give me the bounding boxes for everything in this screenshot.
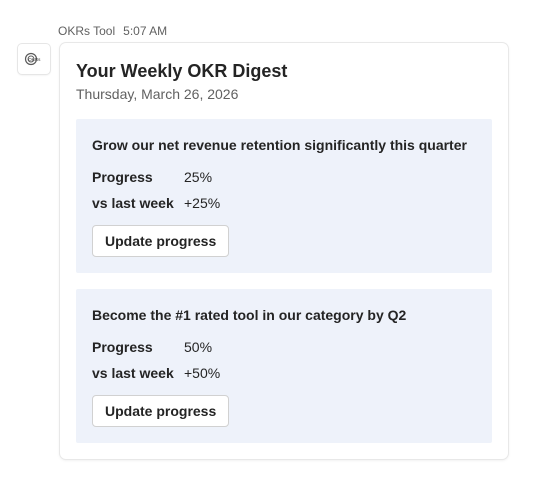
progress-fact: Progress 25% [92, 169, 212, 185]
card-title: Your Weekly OKR Digest [76, 61, 288, 81]
progress-label: Progress [92, 339, 153, 355]
bot-avatar[interactable]: OKRs [18, 44, 50, 74]
change-label: vs last week [92, 365, 174, 381]
change-fact: vs last week +25% [92, 195, 220, 211]
card-date: Thursday, March 26, 2026 [76, 86, 239, 102]
progress-fact: Progress 50% [92, 339, 212, 355]
progress-value: 25% [184, 169, 213, 185]
sender-name[interactable]: OKRs Tool [58, 24, 115, 38]
change-value: +25% [184, 195, 221, 211]
progress-label: Progress [92, 169, 153, 185]
progress-value: 50% [184, 339, 213, 355]
chat-message: OKRs OKRs Tool 5:07 AM Your Weekly OKR D… [0, 0, 534, 488]
objective-container: Grow our net revenue retention significa… [76, 119, 492, 273]
message-header: OKRs Tool 5:07 AM [58, 24, 167, 38]
update-progress-button[interactable]: Update progress [92, 395, 230, 427]
avatar-text: OKRs [28, 57, 41, 62]
update-progress-button[interactable]: Update progress [92, 225, 230, 257]
okr-digest-card: Your Weekly OKR Digest Thursday, March 2… [60, 43, 508, 459]
objective-title: Grow our net revenue retention significa… [92, 137, 467, 153]
change-label: vs last week [92, 195, 174, 211]
change-fact: vs last week +50% [92, 365, 220, 381]
change-value: +50% [184, 365, 221, 381]
okrs-logo-icon: OKRs [24, 52, 41, 66]
objective-title: Become the #1 rated tool in our category… [92, 307, 407, 323]
objective-container: Become the #1 rated tool in our category… [76, 289, 492, 443]
message-timestamp: 5:07 AM [123, 24, 168, 38]
